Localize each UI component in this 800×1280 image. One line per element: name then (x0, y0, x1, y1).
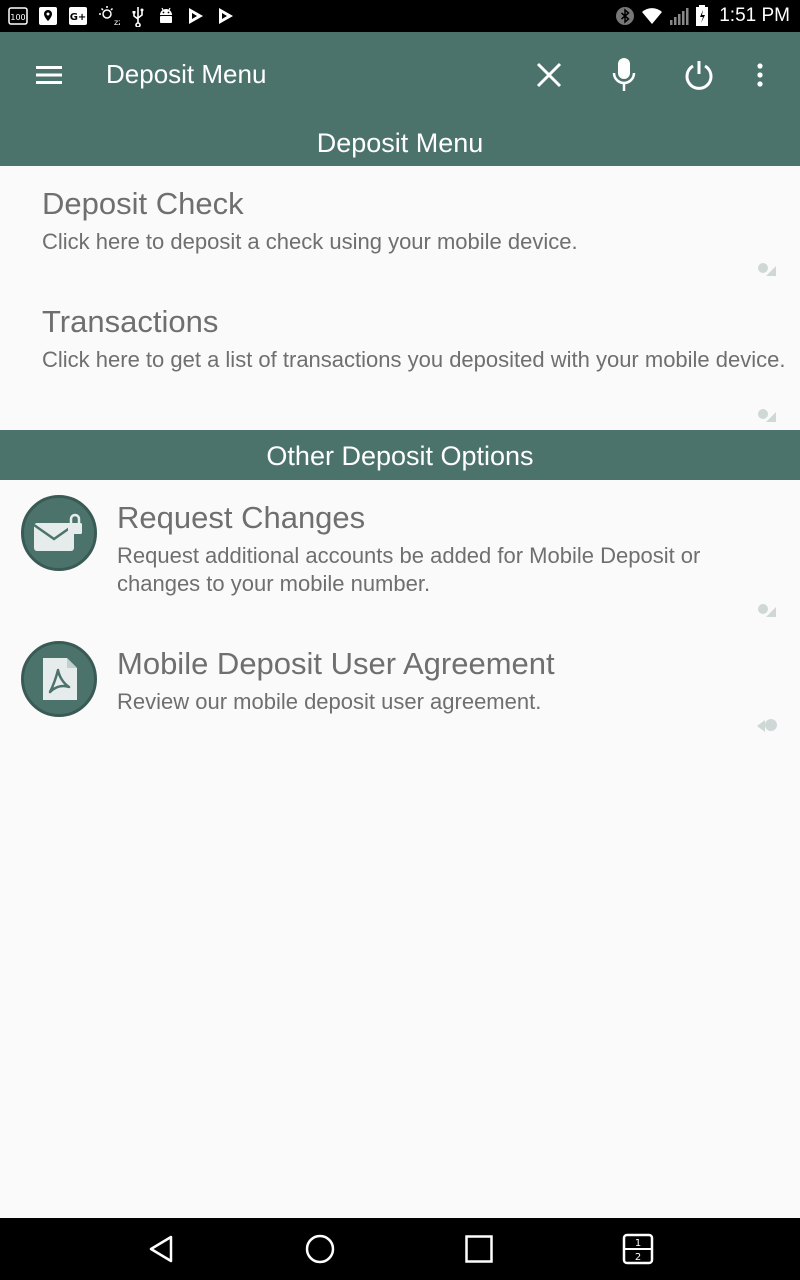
envelope-lock-icon (33, 513, 82, 551)
wifi-icon (642, 8, 663, 24)
section-header-deposit-menu: Deposit Menu (0, 118, 800, 166)
list-item-transactions[interactable]: Transactions Click here to get a list of… (0, 284, 800, 430)
usb-icon (132, 7, 144, 27)
svg-text:zz: zz (114, 18, 120, 27)
split-screen-button[interactable]: 1 2 (620, 1231, 656, 1267)
overflow-menu-button[interactable] (738, 53, 782, 97)
pdf-document-icon (43, 658, 77, 700)
status-time: 1:51 PM (719, 5, 790, 26)
hamburger-menu-button[interactable] (27, 53, 71, 97)
app-bar: Deposit Menu (0, 32, 800, 118)
page-title: Deposit Menu (106, 59, 267, 89)
close-button[interactable] (527, 53, 571, 97)
speech-bubble-icon (758, 409, 776, 422)
sleep-icon: zz (99, 6, 120, 27)
power-button[interactable] (677, 53, 721, 97)
status-bar: 100 G+ zz 1:51 PM (0, 0, 800, 32)
power-icon (685, 61, 713, 90)
speech-bubble-icon (758, 263, 776, 276)
item-description: Review our mobile deposit user agreement… (117, 689, 542, 714)
bluetooth-icon (616, 7, 635, 25)
split-screen-icon: 1 2 (622, 1233, 654, 1265)
item-title: Mobile Deposit User Agreement (117, 646, 555, 681)
recents-button[interactable] (461, 1231, 497, 1267)
list-item-deposit-check[interactable]: Deposit Check Click here to deposit a ch… (0, 166, 800, 284)
split-label-2: 2 (635, 1252, 641, 1263)
close-icon (536, 62, 562, 88)
section-header-other-deposit-options: Other Deposit Options (0, 430, 800, 480)
item-description: Request additional accounts be added for… (117, 543, 701, 596)
envelope-lock-badge (21, 495, 97, 571)
back-button[interactable] (143, 1231, 179, 1267)
google-plus-icon: G+ (69, 7, 87, 25)
item-description: Click here to deposit a check using your… (42, 229, 578, 254)
system-icons: 1:51 PM (615, 0, 790, 32)
maps-icon (39, 7, 57, 25)
item-title: Deposit Check (42, 186, 244, 221)
speech-bubble-icon (757, 719, 777, 732)
pdf-document-badge (21, 641, 97, 717)
item-description: Click here to get a list of transactions… (42, 347, 786, 372)
android-icon (160, 7, 172, 23)
play-store-icon (219, 8, 233, 24)
svg-text:100: 100 (10, 13, 25, 22)
play-store-icon (189, 8, 203, 24)
back-icon (149, 1235, 173, 1263)
recents-icon (465, 1235, 493, 1263)
microphone-icon (612, 58, 636, 91)
list-item-request-changes[interactable]: Request Changes Request additional accou… (0, 480, 800, 620)
speech-bubble-icon (758, 604, 776, 617)
hamburger-icon (36, 66, 62, 84)
split-label-1: 1 (635, 1238, 641, 1249)
home-button[interactable] (302, 1231, 338, 1267)
navigation-bar: 1 2 (0, 1218, 800, 1280)
list-item-user-agreement[interactable]: Mobile Deposit User Agreement Review our… (0, 620, 800, 750)
home-icon (305, 1234, 335, 1264)
100-icon: 100 (8, 7, 28, 25)
item-title: Transactions (42, 304, 219, 339)
overflow-menu-icon (757, 63, 763, 87)
notification-icons: 100 G+ zz (8, 4, 236, 28)
svg-text:G+: G+ (70, 12, 87, 23)
voice-search-button[interactable] (602, 53, 646, 97)
signal-icon (670, 8, 689, 25)
item-title: Request Changes (117, 500, 366, 535)
battery-icon (696, 5, 709, 26)
